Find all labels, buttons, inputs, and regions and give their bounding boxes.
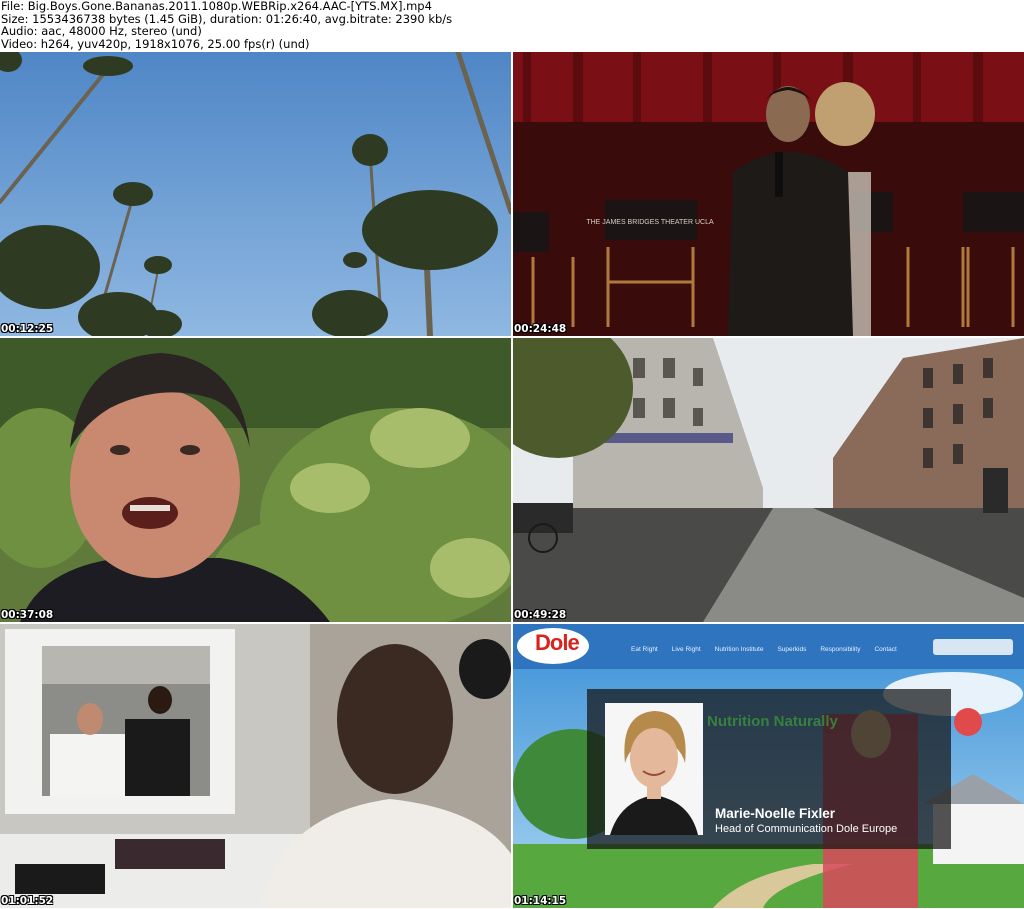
video-info-line: Video: h264, yuv420p, 1918x1076, 25.00 f…: [1, 36, 310, 51]
file-info-header: File: Big.Boys.Gone.Bananas.2011.1080p.W…: [0, 0, 1024, 52]
dole-nav-item: Superkids: [777, 646, 807, 653]
thumbnail-palm-trees: 00:12:25: [0, 52, 511, 336]
dole-nav-item: Contact: [874, 646, 897, 653]
chair-back-text: THE JAMES BRIDGES THEATER UCLA: [586, 219, 714, 226]
file-name-line: File: Big.Boys.Gone.Bananas.2011.1080p.W…: [1, 0, 432, 13]
timestamp-label: 00:12:25: [1, 323, 54, 335]
thumbnail-grid: 00:12:25 THE JAMES BRIDGES THEATER UCLA …: [0, 52, 1024, 909]
timestamp-label: 00:24:48: [514, 323, 567, 335]
portrait-photo: [605, 703, 703, 835]
dole-nav: Eat Right Live Right Nutrition Institute…: [631, 646, 897, 653]
thumbnail-makeup-mirror: 01:01:52: [0, 624, 511, 908]
audio-info-line: Audio: aac, 48000 Hz, stereo (und): [1, 24, 202, 38]
timestamp-label: 01:14:15: [514, 895, 567, 907]
thumbnail-stage-speaker: THE JAMES BRIDGES THEATER UCLA 00:24:48: [513, 52, 1024, 336]
timestamp-label: 01:01:52: [1, 895, 54, 907]
thumbnail-dole-website: Dole Eat Right Live Right Nutrition Inst…: [513, 624, 1024, 908]
timestamp-label: 00:49:28: [514, 609, 567, 621]
dole-logo: Dole: [535, 630, 580, 655]
dole-nav-item: Eat Right: [631, 646, 658, 653]
lower-third-overlay: Nutrition Naturally Marie-Noelle Fixler …: [587, 689, 951, 849]
dole-headline: Nutrition Naturally: [707, 713, 838, 730]
thumbnail-street: 00:49:28: [513, 338, 1024, 622]
person-name: Marie-Noelle Fixler: [715, 806, 836, 821]
thumbnail-man-talking: 00:37:08: [0, 338, 511, 622]
timestamp-label: 00:37:08: [1, 609, 54, 621]
dole-nav-item: Live Right: [671, 646, 701, 653]
dole-nav-item: Responsibility: [820, 646, 861, 653]
person-title: Head of Communication Dole Europe: [715, 823, 898, 835]
dole-nav-item: Nutrition Institute: [714, 646, 764, 653]
